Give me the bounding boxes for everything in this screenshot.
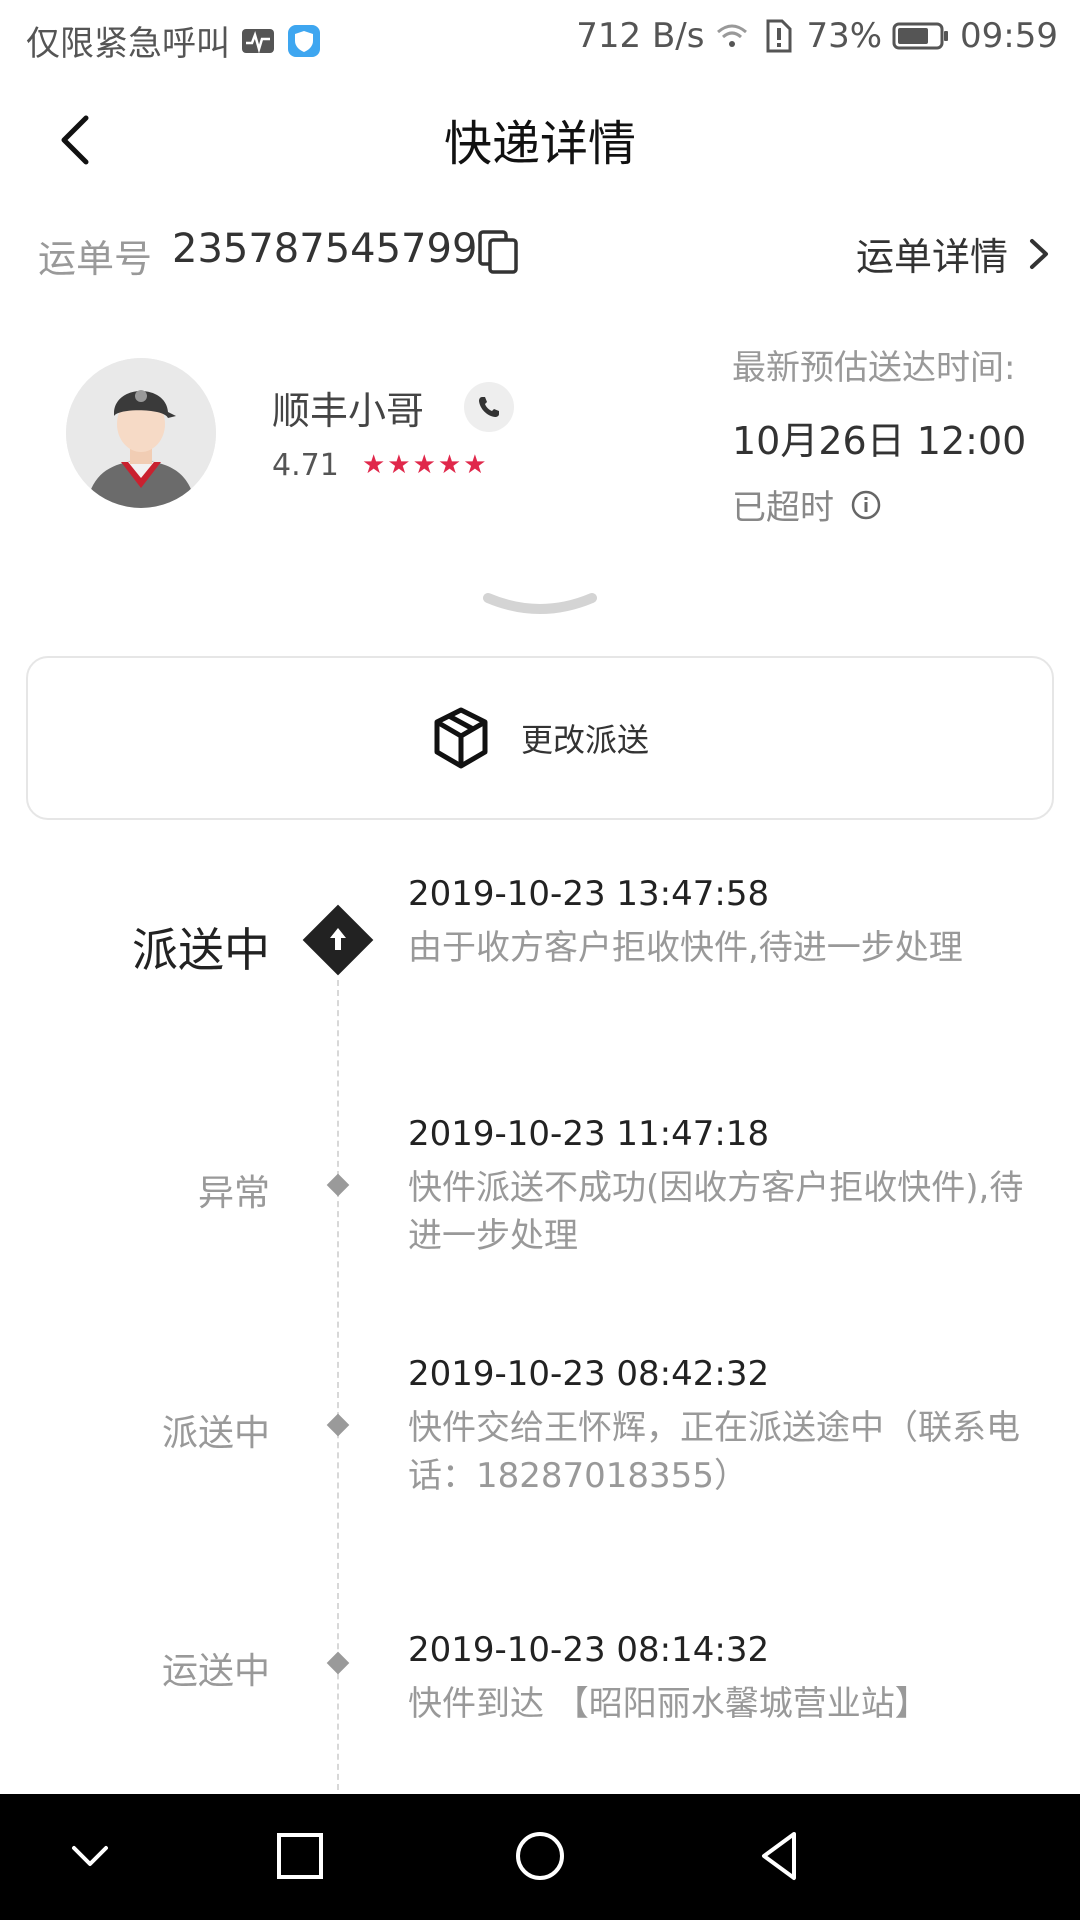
timeline-time: 2019-10-23 11:47:18 xyxy=(408,1114,770,1154)
waybill-detail-label: 运单详情 xyxy=(855,235,1008,279)
battery-percent: 73% xyxy=(806,16,883,56)
timeline-desc: 快件到达 【昭阳丽水馨城营业站】 xyxy=(408,1684,929,1724)
battery-icon xyxy=(892,22,949,50)
call-courier-button[interactable] xyxy=(464,382,514,432)
timeline-time: 2019-10-23 08:14:32 xyxy=(408,1630,770,1670)
timeline-node xyxy=(326,1173,350,1197)
waybill-row: 运单号 235787545799 运单详情 xyxy=(0,204,1080,302)
timeline-time: 2019-10-23 13:47:58 xyxy=(408,874,770,914)
nav-home-icon[interactable] xyxy=(510,1826,570,1886)
waybill-detail-link[interactable]: 运单详情 xyxy=(856,226,1050,281)
wifi-icon xyxy=(717,24,748,47)
courier-name: 顺丰小哥 xyxy=(272,389,425,433)
arrow-up-icon xyxy=(302,904,374,976)
courier-avatar-image xyxy=(66,358,216,508)
sim-alert-icon xyxy=(766,19,792,53)
clock: 09:59 xyxy=(960,16,1058,56)
timeline-time: 2019-10-23 08:42:32 xyxy=(408,1354,770,1394)
timeline-node xyxy=(326,1651,350,1675)
nav-back-icon[interactable] xyxy=(750,1826,810,1886)
timeline-desc: 由于收方客户拒收快件,待进一步处理 xyxy=(408,928,963,968)
overdue-label: 已超时 xyxy=(732,488,834,528)
courier-card: 顺丰小哥 4.71 ★★★★★ 最新预估送达时间: 10月26日 12:00 已… xyxy=(0,300,1080,560)
timeline-desc: 快件派送不成功(因收方客户拒收快件),待进一步处理 xyxy=(408,1168,1024,1256)
title-bar: 快递详情 xyxy=(0,74,1080,204)
timeline-status: 异常 xyxy=(197,1173,270,1214)
activity-icon xyxy=(242,28,274,53)
net-speed: 712 B/s xyxy=(576,16,705,56)
nav-down-icon[interactable] xyxy=(60,1826,120,1886)
carrier-text: 仅限紧急呼叫 xyxy=(26,24,230,64)
shield-icon xyxy=(288,24,320,57)
timeline-line xyxy=(337,980,339,1800)
rating-stars: ★★★★★ xyxy=(362,450,489,480)
courier-rating: 4.71 xyxy=(272,448,339,483)
nav-recents-icon[interactable] xyxy=(270,1826,330,1886)
change-delivery-label: 更改派送 xyxy=(520,721,649,759)
change-delivery-button[interactable]: 更改派送 xyxy=(26,656,1054,820)
eta-label: 最新预估送达时间: xyxy=(732,348,1016,388)
eta-value: 10月26日 12:00 xyxy=(732,419,1027,463)
avatar xyxy=(66,358,216,508)
waybill-number: 235787545799 xyxy=(172,226,478,272)
chevron-right-icon xyxy=(1030,238,1048,269)
timeline-status: 运送中 xyxy=(161,1651,270,1692)
expand-handle-icon[interactable] xyxy=(482,590,598,620)
tracking-timeline: 派送中 2019-10-23 13:47:58 由于收方客户拒收快件,待进一步处… xyxy=(0,860,1080,1800)
box-icon xyxy=(434,707,488,769)
system-nav-bar xyxy=(0,1794,1080,1920)
timeline-status: 派送中 xyxy=(132,923,270,977)
status-bar: 仅限紧急呼叫 712 B/s 73% 09:59 xyxy=(0,0,1080,74)
timeline-status: 派送中 xyxy=(161,1413,270,1454)
timeline-desc: 快件交给王怀辉，正在派送途中（联系电话：18287018355） xyxy=(408,1408,1020,1496)
timeline-node xyxy=(326,1413,350,1437)
overdue-status[interactable]: 已超时 xyxy=(732,480,882,529)
phone-icon xyxy=(479,397,499,417)
waybill-label: 运单号 xyxy=(38,237,153,281)
page-title: 快递详情 xyxy=(443,116,636,172)
info-icon[interactable] xyxy=(850,489,882,521)
copy-icon[interactable] xyxy=(476,228,520,276)
